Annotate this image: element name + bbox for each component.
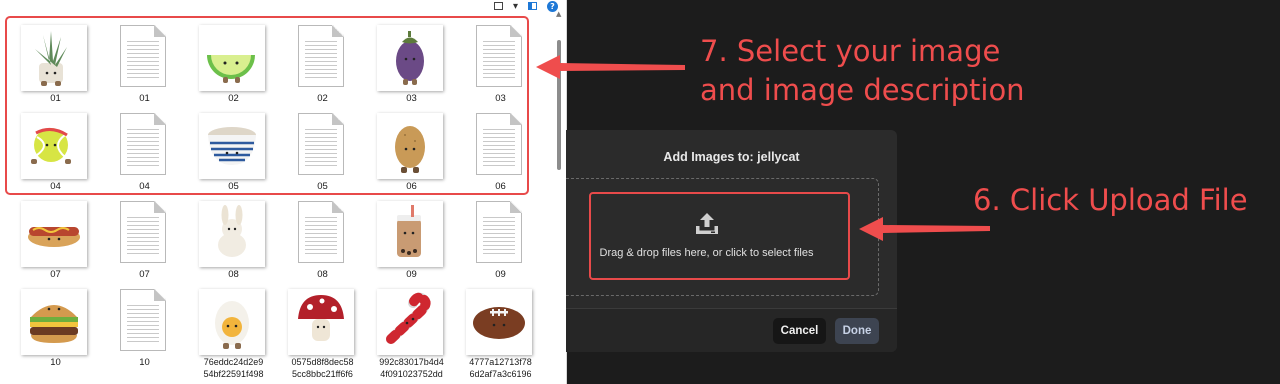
step-7-arrow [536, 55, 685, 79]
boba-icon [397, 205, 421, 257]
file-name-label: 09 [406, 269, 417, 280]
text-file-item[interactable]: 08 [278, 198, 367, 286]
image-thumbnail [377, 201, 443, 267]
image-thumbnail [199, 289, 265, 355]
image-file-item[interactable]: 992c83017b4d4 4f091023752dd [367, 286, 456, 379]
file-name-label: 992c83017b4d4 4f091023752dd [379, 357, 444, 379]
burger-icon [30, 305, 78, 343]
view-layout-icon[interactable] [493, 0, 503, 12]
upload-highlight-box [589, 192, 850, 280]
image-thumbnail [377, 289, 443, 355]
file-name-label: 0575d8f8dec58 5cc8bbc21ff6f6 [291, 357, 354, 379]
image-file-item[interactable]: 76eddc24d2e9 54bf22591f498 [189, 286, 278, 379]
text-file-item[interactable]: 09 [456, 198, 545, 286]
file-name-label: 10 [139, 357, 150, 368]
text-file-item[interactable]: 07 [100, 198, 189, 286]
step-7-annotation: 7. Select your image and image descripti… [700, 34, 1025, 107]
preview-pane-icon[interactable] [528, 0, 537, 12]
file-name-label: 07 [139, 269, 150, 280]
egg-icon [215, 301, 249, 349]
modal-title: Add Images to: jellycat [663, 150, 800, 164]
bunny-icon [218, 205, 246, 257]
text-file-icon [298, 201, 344, 263]
image-thumbnail [288, 289, 354, 355]
file-name-label: 10 [50, 357, 61, 368]
image-file-item[interactable]: 09 [367, 198, 456, 286]
selection-highlight-box [5, 16, 529, 195]
image-thumbnail [466, 289, 532, 355]
text-file-icon [120, 289, 166, 351]
image-file-item[interactable]: 07 [11, 198, 100, 286]
text-file-icon [476, 201, 522, 263]
file-name-label: 08 [228, 269, 239, 280]
step-6-annotation: 6. Click Upload File [973, 183, 1248, 217]
cancel-button[interactable]: Cancel [773, 318, 826, 344]
file-name-label: 76eddc24d2e9 54bf22591f498 [203, 357, 264, 379]
hotdog-icon [28, 227, 80, 247]
image-file-item[interactable]: 4777a12713f78 6d2af7a3c6196 [456, 286, 545, 379]
file-name-label: 4777a12713f78 6d2af7a3c6196 [469, 357, 532, 379]
text-file-item[interactable]: 10 [100, 286, 189, 374]
mushroom-icon [298, 295, 344, 341]
image-file-item[interactable]: 10 [11, 286, 100, 374]
file-name-label: 08 [317, 269, 328, 280]
modal-footer: Cancel Done [566, 308, 897, 352]
file-name-label: 09 [495, 269, 506, 280]
football-icon [473, 307, 525, 339]
image-thumbnail [199, 201, 265, 267]
image-file-item[interactable]: 08 [189, 198, 278, 286]
scroll-up-icon[interactable]: ▲ [556, 10, 561, 18]
file-name-label: 07 [50, 269, 61, 280]
step-6-arrow [859, 217, 990, 241]
image-thumbnail [21, 289, 87, 355]
image-thumbnail [21, 201, 87, 267]
chevron-down-icon[interactable]: ▾ [513, 0, 518, 12]
image-file-item[interactable]: 0575d8f8dec58 5cc8bbc21ff6f6 [278, 286, 367, 379]
text-file-icon [120, 201, 166, 263]
explorer-toolbar: ▾ ? [493, 0, 558, 12]
done-button[interactable]: Done [835, 318, 879, 344]
candy-cane-icon [386, 292, 431, 344]
